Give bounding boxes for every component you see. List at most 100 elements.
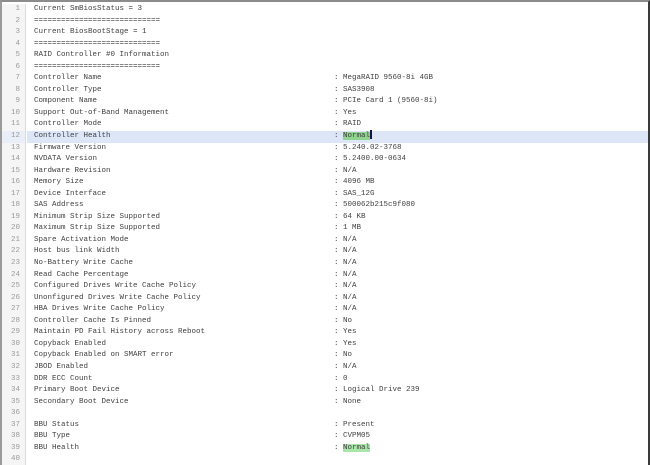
field-value-column: : No [334,316,352,328]
line-number: 27 [2,304,26,316]
log-line[interactable]: 40 [2,454,648,465]
log-line-content: DDR ECC Count: 0 [27,374,648,386]
field-value: No [343,351,352,359]
log-line[interactable]: Memory Size: 4096 MB16 [2,177,648,189]
field-value: 5.240.02-3768 [343,144,402,152]
log-line[interactable]: Hardware Revision: N/A15 [2,166,648,178]
log-line[interactable]: Maximum Strip Size Supported: 1 MB20 [2,223,648,235]
log-line[interactable]: 36 [2,408,648,420]
log-line[interactable]: No-Battery Write Cache: N/A23 [2,258,648,270]
field-label: No-Battery Write Cache [34,258,133,270]
log-line-content: No-Battery Write Cache: N/A [27,258,648,270]
log-line[interactable]: Maintain PD Fail History across Reboot: … [2,327,648,339]
field-value: Yes [343,109,357,117]
log-line[interactable]: DDR ECC Count: 033 [2,374,648,386]
line-number: 14 [2,154,26,166]
log-line[interactable]: Firmware Version: 5.240.02-376813 [2,143,648,155]
log-line-content: Copyback Enabled: Yes [27,339,648,351]
log-line-content: Controller Health: Normal [27,131,648,143]
log-line-content: Device Interface: SAS_12G [27,189,648,201]
field-value: 0 [343,375,348,383]
field-value-column: : SAS_12G [334,189,375,201]
line-number: 3 [2,27,26,39]
field-value-column: : N/A [334,166,357,178]
log-line[interactable]: Support Out-of-Band Management: Yes10 [2,108,648,120]
log-line[interactable]: BBU Type: CVPM0538 [2,431,648,443]
log-line[interactable]: Read Cache Percentage: N/A24 [2,270,648,282]
line-number: 19 [2,212,26,224]
log-line-content [27,454,648,465]
log-line-content: Secondary Boot Device: None [27,397,648,409]
field-label: Support Out-of-Band Management [34,108,169,120]
field-label: Secondary Boot Device [34,397,129,409]
field-value-column: : CVPM05 [334,431,370,443]
field-value: 5.2400.00-0634 [343,155,406,163]
log-line[interactable]: ============================2 [2,16,648,28]
field-value: N/A [343,271,357,279]
field-value: CVPM05 [343,432,370,440]
log-line[interactable]: RAID Controller #0 Information5 [2,50,648,62]
log-line[interactable]: Current BiosBootStage = 1 3 [2,27,648,39]
log-line[interactable]: BBU Health: Normal39 [2,443,648,455]
field-value: N/A [343,167,357,175]
line-number: 28 [2,316,26,328]
log-line[interactable]: ============================ 6 [2,62,648,74]
log-line[interactable]: Component Name: PCIe Card 1 (9560-8i)9 [2,96,648,108]
log-line[interactable]: Configured Drives Write Cache Policy: N/… [2,281,648,293]
line-number: 6 [2,62,26,74]
field-label: Unonfigured Drives Write Cache Policy [34,293,201,305]
field-label: HBA Drives Write Cache Policy [34,304,165,316]
log-line[interactable]: Primary Boot Device: Logical Drive 23934 [2,385,648,397]
field-value: N/A [343,363,357,371]
field-value-column: : N/A [334,270,357,282]
line-number: 38 [2,431,26,443]
log-viewer: Current SmBiosStatus = 31===============… [0,0,650,465]
log-line-content: BBU Health: Normal [27,443,648,455]
log-text: ============================ [34,62,160,74]
log-line[interactable]: SAS Address: 500062b215c9f08018 [2,200,648,212]
log-line-content: JBOD Enabled: N/A [27,362,648,374]
log-line[interactable]: Controller Name: MegaRAID 9560-8i 4GB7 [2,73,648,85]
field-value-column: : 500062b215c9f080 [334,200,415,212]
line-number: 11 [2,119,26,131]
line-number: 30 [2,339,26,351]
log-line[interactable]: Controller Mode: RAID11 [2,119,648,131]
field-label: Firmware Version [34,143,106,155]
log-line[interactable]: Controller Type: SAS39088 [2,85,648,97]
log-line-content: SAS Address: 500062b215c9f080 [27,200,648,212]
log-line[interactable]: BBU Status: Present37 [2,420,648,432]
log-line[interactable]: JBOD Enabled: N/A32 [2,362,648,374]
field-label: Component Name [34,96,97,108]
log-line[interactable]: Current SmBiosStatus = 31 [2,4,648,16]
field-value-column: : 0 [334,374,348,386]
log-line[interactable]: Device Interface: SAS_12G17 [2,189,648,201]
field-label: Controller Mode [34,119,102,131]
log-line[interactable]: Copyback Enabled on SMART error: No31 [2,350,648,362]
log-line[interactable]: Unonfigured Drives Write Cache Policy: N… [2,293,648,305]
line-number: 18 [2,200,26,212]
line-number: 36 [2,408,26,420]
field-label: Copyback Enabled [34,339,106,351]
log-line[interactable]: Host bus link Width: N/A22 [2,246,648,258]
field-value: SAS3908 [343,86,375,94]
log-line[interactable]: Spare Activation Mode: N/A21 [2,235,648,247]
log-line-content: HBA Drives Write Cache Policy: N/A [27,304,648,316]
log-line[interactable]: Controller Cache Is Pinned: No28 [2,316,648,328]
line-number: 32 [2,362,26,374]
log-line[interactable]: ============================4 [2,39,648,51]
log-line[interactable]: HBA Drives Write Cache Policy: N/A27 [2,304,648,316]
log-text: Current BiosBootStage = 1 [34,27,147,39]
log-line-content: BBU Status: Present [27,420,648,432]
field-value: 64 KB [343,213,366,221]
log-line-content: RAID Controller #0 Information [27,50,648,62]
log-line[interactable]: NVDATA Version: 5.2400.00-063414 [2,154,648,166]
log-line[interactable]: Minimum Strip Size Supported: 64 KB19 [2,212,648,224]
log-line[interactable]: Controller Health: Normal12 [2,131,648,143]
field-label: Maximum Strip Size Supported [34,223,160,235]
field-label: Spare Activation Mode [34,235,129,247]
log-line[interactable]: Secondary Boot Device: None35 [2,397,648,409]
log-line-content: NVDATA Version: 5.2400.00-0634 [27,154,648,166]
log-text: Current SmBiosStatus = 3 [34,4,142,16]
log-line[interactable]: Copyback Enabled: Yes30 [2,339,648,351]
field-value-column: : Normal [334,131,372,143]
